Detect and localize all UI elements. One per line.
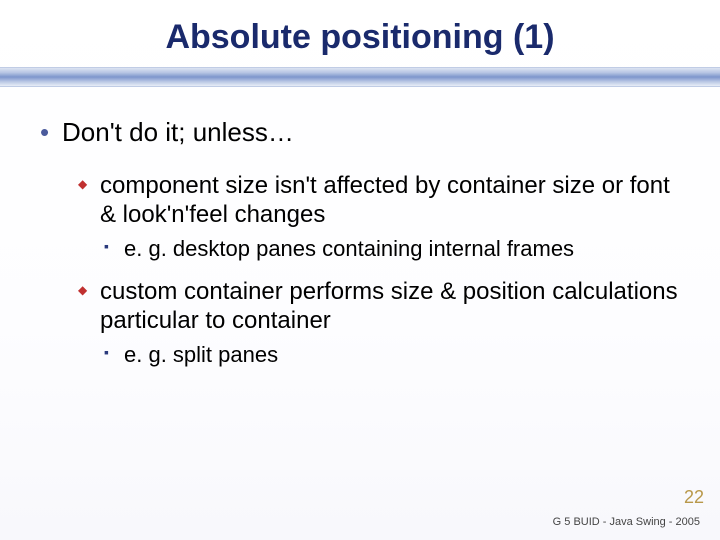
bullet-level-2: custom container performs size & positio…: [40, 278, 680, 336]
bullet-level-3: e. g. desktop panes containing internal …: [40, 236, 680, 262]
title-divider: [0, 67, 720, 87]
page-number: 22: [684, 487, 704, 508]
slide-footer: G 5 BUID - Java Swing - 2005: [553, 516, 700, 528]
bullet-level-2: component size isn't affected by contain…: [40, 172, 680, 230]
slide-title: Absolute positioning (1): [0, 0, 720, 67]
bullet-level-3: e. g. split panes: [40, 342, 680, 368]
slide: Absolute positioning (1) Don't do it; un…: [0, 0, 720, 540]
slide-body: Don't do it; unless… component size isn'…: [0, 117, 720, 368]
bullet-level-1: Don't do it; unless…: [40, 117, 680, 148]
